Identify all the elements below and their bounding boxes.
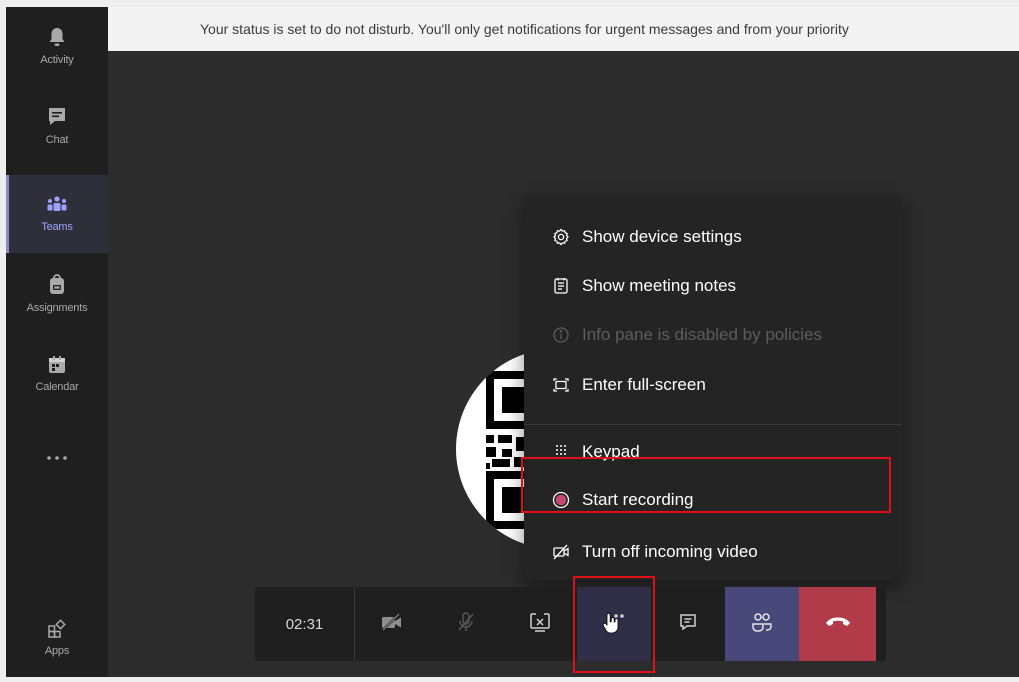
rail-item-calendar[interactable]: Calendar (6, 335, 108, 413)
chat-icon (47, 106, 67, 128)
menu-item-start-recording[interactable]: Start recording (524, 477, 902, 523)
rail-item-teams[interactable]: Teams (6, 175, 108, 253)
banner-text: Your status is set to do not disturb. Yo… (200, 21, 849, 37)
stop-sharing-button[interactable] (503, 587, 577, 661)
menu-item-show-meeting-notes[interactable]: Show meeting notes (524, 263, 902, 309)
backpack-icon (47, 274, 67, 296)
show-participants-button[interactable] (725, 587, 799, 661)
rail-item-label: Calendar (35, 381, 79, 393)
menu-item-info-pane-disabled: Info pane is disabled by policies (524, 312, 902, 358)
video-off-icon (552, 543, 570, 561)
call-timer: 02:31 (255, 587, 355, 661)
rail-item-label: Activity (40, 54, 74, 66)
rail-item-label: Chat (45, 134, 69, 146)
participants-icon (751, 611, 773, 638)
more-actions-icon (599, 609, 629, 640)
more-options-menu: Show device settings Show meeting notes … (524, 197, 902, 580)
conversation-button[interactable] (651, 587, 725, 661)
info-icon (552, 326, 570, 344)
dnd-status-banner: Your status is set to do not disturb. Yo… (108, 7, 1019, 51)
rail-item-chat[interactable]: Chat (6, 87, 108, 165)
menu-item-label: Show device settings (582, 227, 742, 246)
menu-item-turn-off-incoming-video[interactable]: Turn off incoming video (524, 529, 902, 575)
gear-icon (552, 228, 570, 246)
menu-item-label: Start recording (582, 490, 694, 509)
record-icon (552, 491, 570, 509)
fullscreen-icon (552, 376, 570, 394)
more-dots-icon (46, 455, 68, 461)
call-control-bar: 02:31 (255, 587, 886, 661)
notes-icon (552, 277, 570, 295)
stop-share-icon (529, 612, 551, 637)
bell-icon (47, 26, 67, 48)
menu-item-keypad[interactable]: Keypad (524, 429, 902, 475)
menu-divider (524, 424, 902, 425)
rail-item-label: Assignments (26, 302, 88, 314)
rail-item-apps[interactable]: Apps (6, 599, 108, 677)
menu-item-label: Keypad (582, 442, 640, 461)
rail-item-assignments[interactable]: Assignments (6, 255, 108, 333)
hang-up-button[interactable] (799, 587, 876, 661)
menu-item-enter-full-screen[interactable]: Enter full-screen (524, 362, 902, 408)
camera-off-icon (380, 612, 404, 637)
mic-toggle-button[interactable] (429, 587, 503, 661)
hang-up-icon (825, 615, 851, 633)
chat-icon (678, 612, 698, 637)
camera-toggle-button[interactable] (355, 587, 429, 661)
menu-item-label: Show meeting notes (582, 276, 737, 295)
teams-window: Activity Chat Teams Assignments Calendar (6, 7, 1019, 677)
menu-item-show-device-settings[interactable]: Show device settings (524, 214, 902, 260)
teams-icon (46, 195, 68, 215)
calendar-icon (47, 355, 67, 375)
rail-item-label: Teams (41, 221, 73, 233)
rail-item-more[interactable] (6, 419, 108, 497)
more-actions-button[interactable] (577, 587, 651, 661)
rail-item-label: Apps (44, 645, 70, 657)
menu-item-label: Enter full-screen (582, 375, 706, 394)
app-rail: Activity Chat Teams Assignments Calendar (6, 7, 108, 677)
mic-off-icon (455, 611, 477, 638)
menu-item-label: Turn off incoming video (582, 542, 758, 561)
rail-item-activity[interactable]: Activity (6, 7, 108, 85)
menu-item-label: Info pane is disabled by policies (582, 325, 823, 344)
apps-icon (47, 619, 67, 639)
keypad-icon (552, 443, 570, 461)
